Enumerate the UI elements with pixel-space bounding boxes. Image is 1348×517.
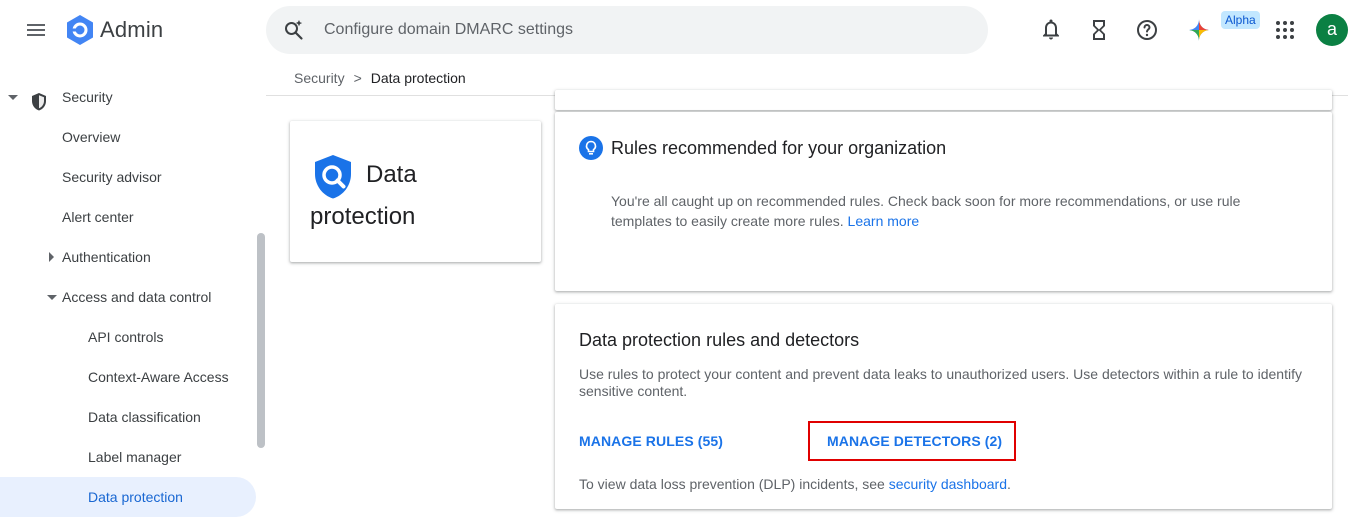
sidebar-item-label: API controls xyxy=(88,329,164,345)
account-avatar[interactable]: a xyxy=(1316,14,1348,46)
page-title-line2: protection xyxy=(310,203,416,230)
recommended-body-text: You're all caught up on recommended rule… xyxy=(611,193,1241,229)
alpha-badge: Alpha xyxy=(1221,11,1260,29)
sidebar-item-overview[interactable]: Overview xyxy=(0,117,256,157)
lightbulb-icon xyxy=(579,136,603,160)
dp-rules-footer: To view data loss prevention (DLP) incid… xyxy=(579,476,1011,492)
footer-text: To view data loss prevention (DLP) incid… xyxy=(579,476,885,492)
sidebar-item-label: Overview xyxy=(62,129,121,145)
recommended-body: You're all caught up on recommended rule… xyxy=(611,191,1271,231)
manage-rules-button[interactable]: MANAGE RULES (55) xyxy=(579,433,723,449)
sidebar-item-authentication[interactable]: Authentication xyxy=(0,237,256,277)
sidebar-item-label: Security xyxy=(62,89,113,105)
notifications-icon[interactable] xyxy=(1039,18,1063,42)
recommended-heading: Rules recommended for your organization xyxy=(611,138,947,158)
help-icon[interactable] xyxy=(1135,18,1159,42)
sidebar-item-label: Security advisor xyxy=(62,169,162,185)
manage-detectors-button[interactable]: MANAGE DETECTORS (2) xyxy=(827,433,1002,449)
sidebar-item-label: Label manager xyxy=(88,449,182,465)
sidebar-item-data-classification[interactable]: Data classification xyxy=(0,397,256,437)
chevron-right-icon xyxy=(49,252,54,262)
search-input[interactable] xyxy=(324,18,924,42)
sidebar-item-label: Authentication xyxy=(62,249,151,265)
sidebar-item-api-controls[interactable]: API controls xyxy=(0,317,256,357)
sidebar-item-label: Context-Aware Access xyxy=(88,369,229,385)
tasks-hourglass-icon[interactable] xyxy=(1087,18,1111,42)
sidebar-item-alert-center[interactable]: Alert center xyxy=(0,197,256,237)
security-dashboard-link[interactable]: security dashboard xyxy=(889,476,1007,492)
sidebar-item-label-manager[interactable]: Label manager xyxy=(0,437,256,477)
previous-card-edge xyxy=(555,90,1332,110)
apps-grid-icon[interactable] xyxy=(1273,18,1297,42)
sidebar-scrollbar[interactable] xyxy=(257,233,265,448)
sidebar-item-label: Data protection xyxy=(88,489,183,505)
admin-logo[interactable] xyxy=(64,14,96,46)
sidebar-item-data-protection[interactable]: Data protection xyxy=(0,477,256,517)
recommended-rules-card: Rules recommended for your organization … xyxy=(555,112,1332,291)
shield-icon xyxy=(29,87,49,111)
data-protection-shield-icon xyxy=(313,154,353,200)
chevron-down-icon xyxy=(47,295,57,300)
search-bar[interactable] xyxy=(266,6,988,54)
learn-more-link[interactable]: Learn more xyxy=(848,213,920,229)
sidebar-nav: Security Overview Security advisor Alert… xyxy=(0,76,266,517)
sidebar-item-label: Access and data control xyxy=(62,289,212,305)
page-title: Data xyxy=(366,161,417,188)
main-menu-icon[interactable] xyxy=(24,18,48,42)
chevron-right-icon: > xyxy=(353,70,362,86)
breadcrumb-current: Data protection xyxy=(370,70,466,86)
gemini-sparkle-icon[interactable] xyxy=(1187,18,1211,42)
sidebar-item-label: Alert center xyxy=(62,209,134,225)
data-protection-rules-card: Data protection rules and detectors Use … xyxy=(555,304,1332,509)
chevron-down-icon xyxy=(8,95,18,100)
sidebar-item-label: Data classification xyxy=(88,409,201,425)
search-sparkle-icon xyxy=(282,18,306,42)
app-title: Admin xyxy=(100,17,164,42)
sidebar-item-access-and-data-control[interactable]: Access and data control xyxy=(0,277,256,317)
sidebar-item-security-advisor[interactable]: Security advisor xyxy=(0,157,256,197)
dp-rules-heading: Data protection rules and detectors xyxy=(579,330,860,350)
breadcrumb-security-link[interactable]: Security xyxy=(294,70,345,86)
top-bar: Admin Alpha a xyxy=(0,0,1348,60)
dp-rules-body: Use rules to protect your content and pr… xyxy=(579,366,1302,399)
page-title-card: Data protection xyxy=(290,121,541,262)
footer-period: . xyxy=(1007,476,1011,492)
sidebar-item-context-aware-access[interactable]: Context-Aware Access xyxy=(0,357,256,397)
breadcrumb: Security > Data protection xyxy=(294,70,466,86)
sidebar-item-security[interactable]: Security xyxy=(0,77,256,117)
